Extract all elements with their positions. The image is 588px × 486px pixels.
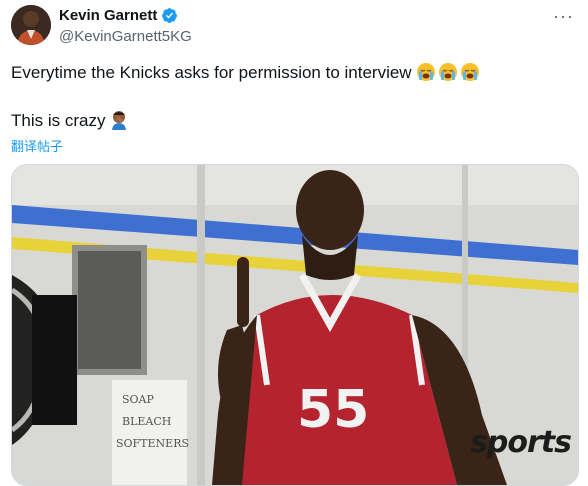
translate-post-link[interactable]: 翻译帖子 [11, 136, 63, 155]
jersey-number: 55 [297, 380, 369, 440]
sign-line-2: BLEACH [122, 415, 171, 428]
person-facepalming-icon [110, 110, 128, 136]
tweet-card: Kevin Garnett @KevinGarnett5KG ··· Every… [0, 0, 588, 486]
author-handle[interactable]: @KevinGarnett5KG [59, 28, 192, 45]
avatar-image [11, 5, 51, 45]
sports-watermark: sports [470, 425, 572, 460]
profile-avatar[interactable] [11, 5, 51, 45]
more-options-icon[interactable]: ··· [553, 6, 574, 27]
post-text-line-1: Everytime the Knicks asks for permission… [11, 62, 482, 88]
verified-badge-icon [162, 8, 178, 23]
author-name-row: Kevin Garnett [59, 7, 178, 24]
post-text-line-2: This is crazy [11, 110, 128, 136]
post-text: Everytime the Knicks asks for permission… [11, 63, 412, 82]
sign-line-1: SOAP [122, 393, 154, 406]
post-text: This is crazy [11, 111, 106, 130]
author-display-name[interactable]: Kevin Garnett [59, 7, 157, 24]
sign-line-3: SOFTENERS [116, 437, 189, 450]
loudly-crying-face-icon [416, 62, 482, 88]
